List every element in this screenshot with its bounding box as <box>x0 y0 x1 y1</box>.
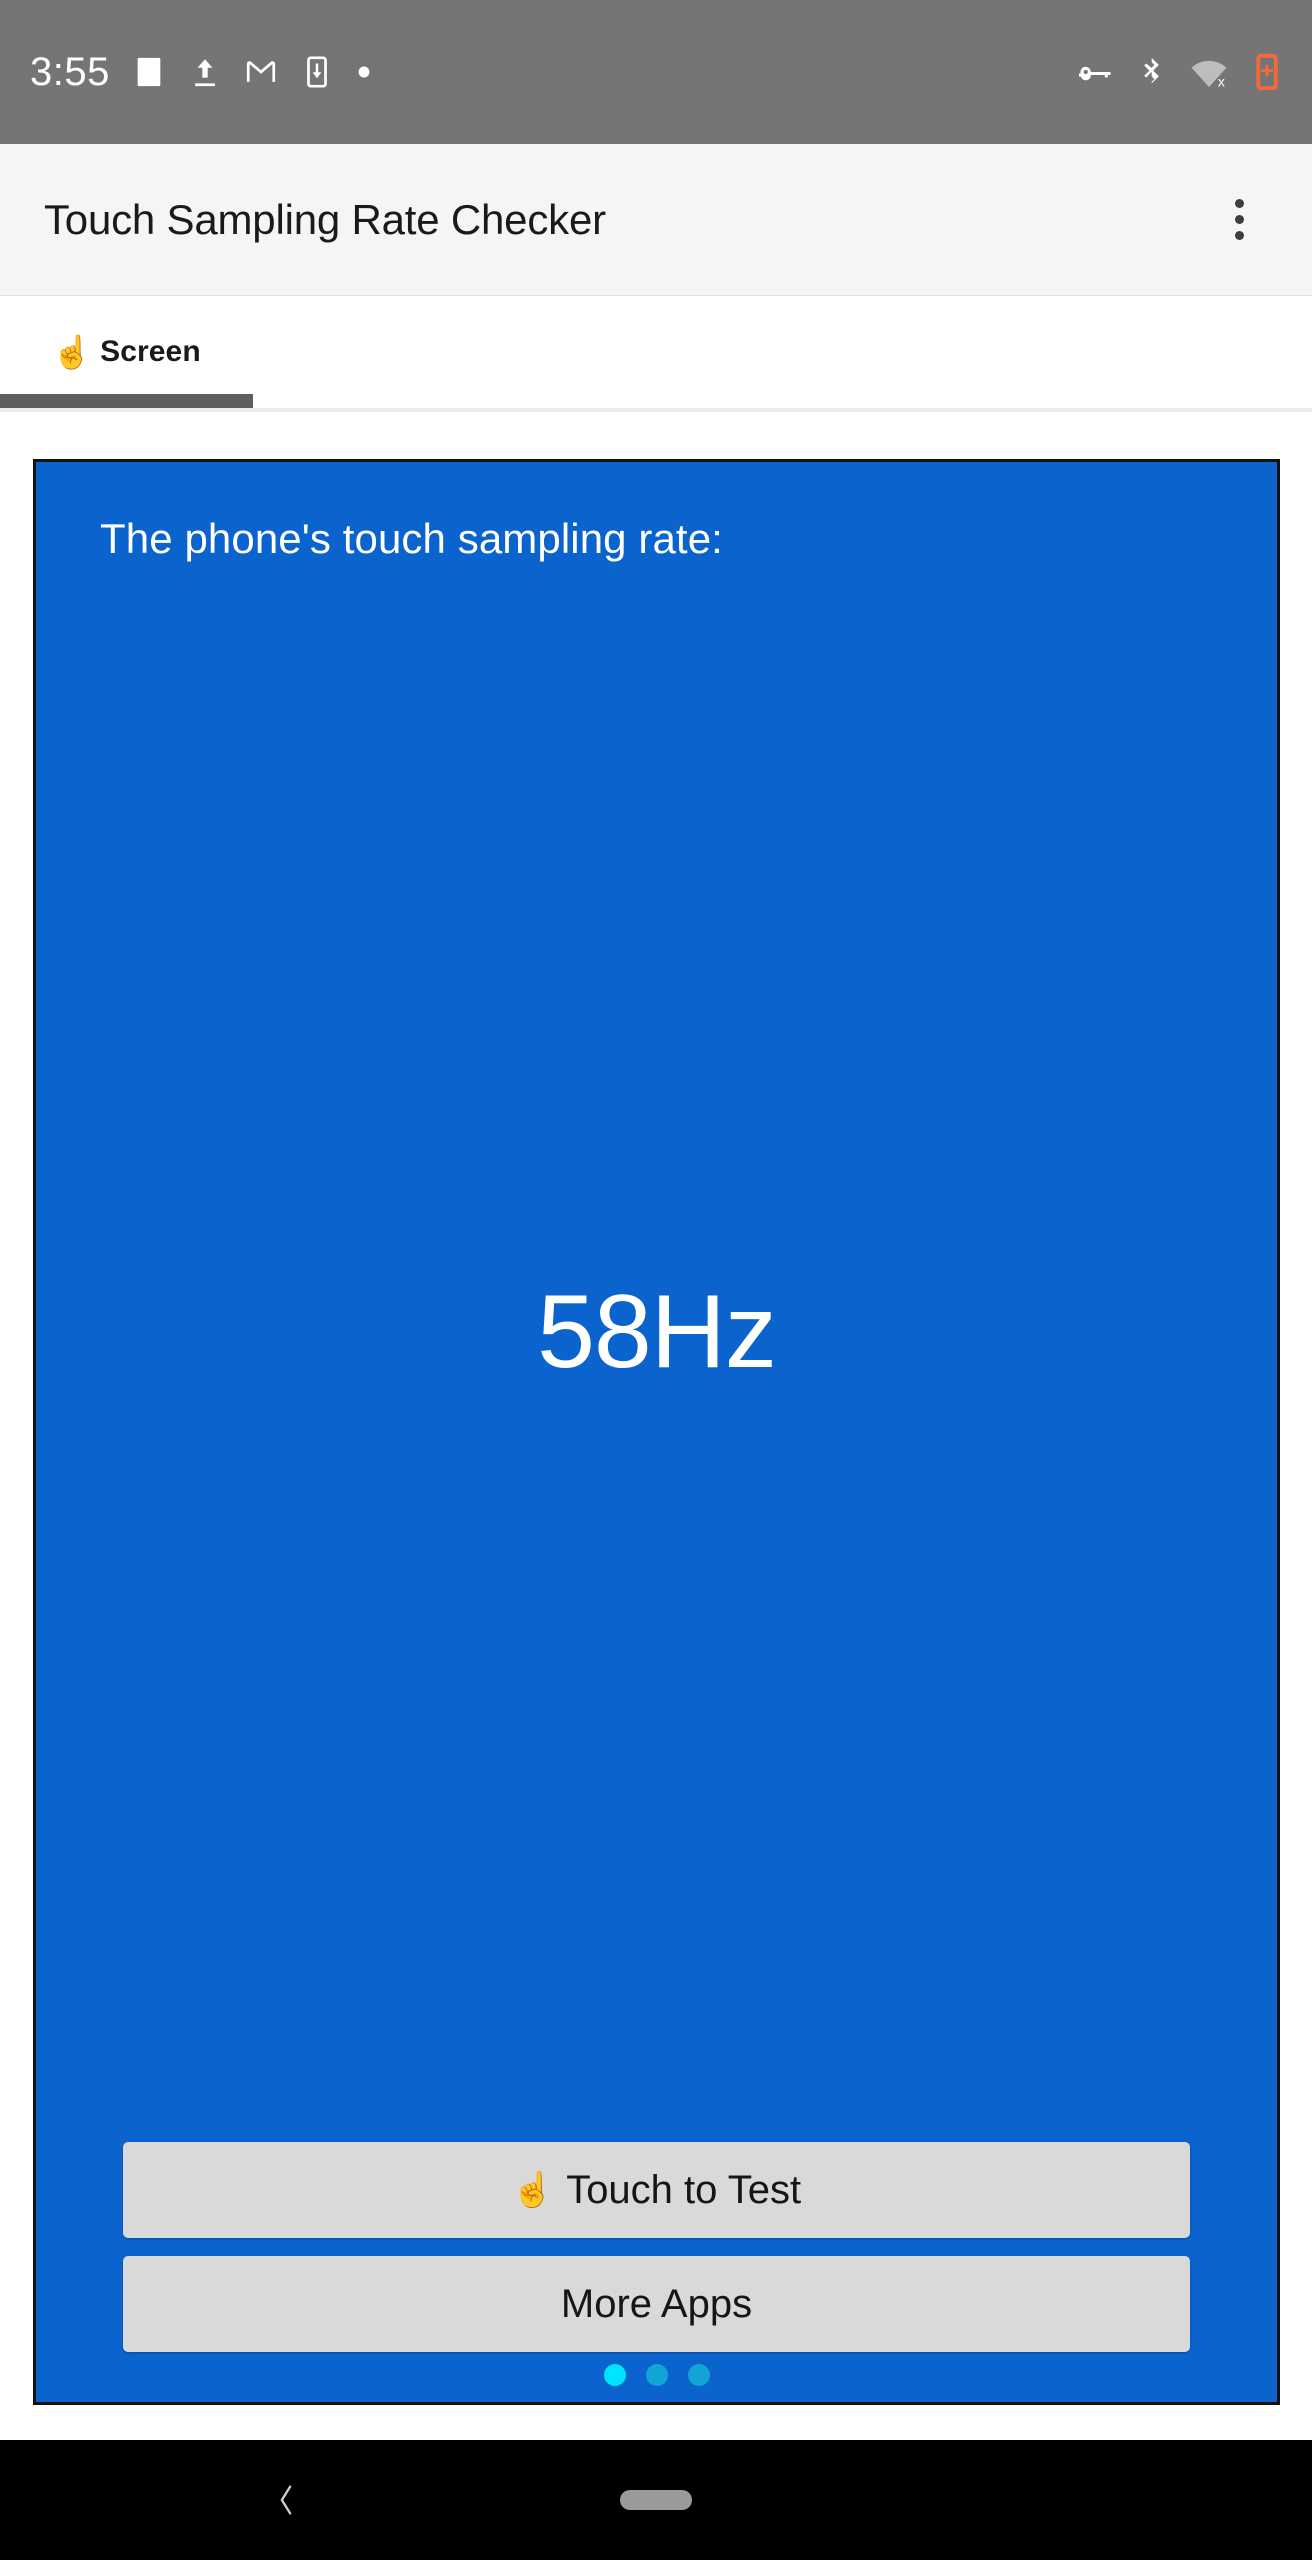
page-dot-active[interactable] <box>603 2364 626 2386</box>
overflow-dot <box>1234 231 1244 240</box>
upload-icon <box>194 59 215 87</box>
status-bar-left: 3:55 <box>30 50 372 95</box>
vpn-key-icon <box>1079 66 1111 81</box>
page-dot[interactable] <box>645 2364 668 2386</box>
touch-to-test-label: Touch to Test <box>566 2167 802 2212</box>
status-bar: 3:55 x <box>0 0 1312 144</box>
sampling-rate-value: 58Hz <box>537 1274 777 1390</box>
overflow-dot <box>1234 215 1244 224</box>
touch-hand-icon: ☝ <box>511 2171 555 2209</box>
tab-bar: ☝ Screen <box>0 296 1312 412</box>
back-button[interactable] <box>250 2464 322 2536</box>
page-indicator-dots[interactable] <box>68 2364 1245 2386</box>
app-download-icon <box>307 56 327 88</box>
battery-charging-icon <box>1256 53 1278 90</box>
status-clock: 3:55 <box>30 49 110 94</box>
app-bar: Touch Sampling Rate Checker <box>0 144 1312 296</box>
system-navigation-bar <box>0 2440 1312 2560</box>
wifi-off-icon: x <box>1191 60 1227 90</box>
tab-selected-indicator <box>0 394 253 408</box>
more-apps-button[interactable]: More Apps <box>123 2256 1190 2352</box>
home-gesture-pill[interactable] <box>620 2490 692 2510</box>
tab-screen-label: Screen <box>100 335 201 368</box>
page-title: Touch Sampling Rate Checker <box>44 195 606 243</box>
more-apps-label: More Apps <box>560 2281 753 2326</box>
chevron-left-icon <box>280 2485 292 2515</box>
content-area: The phone's touch sampling rate: 58Hz ☝ … <box>0 412 1312 2440</box>
gmail-icon <box>246 61 275 82</box>
panel-actions: ☝ Touch to Test More Apps <box>68 2142 1245 2352</box>
touch-test-panel[interactable]: The phone's touch sampling rate: 58Hz ☝ … <box>33 459 1280 2405</box>
status-bar-right: x <box>1076 53 1284 91</box>
touch-to-test-button[interactable]: ☝ Touch to Test <box>123 2142 1190 2238</box>
svg-text:x: x <box>1218 74 1225 90</box>
tab-screen[interactable]: ☝ Screen <box>0 296 253 408</box>
rate-value-container: 58Hz <box>68 523 1245 2142</box>
overflow-dot <box>1234 199 1244 208</box>
bluetooth-icon <box>1144 57 1159 84</box>
phone-screen: 3:55 x Touch Sampling Rate Checker ☝ Scr… <box>0 0 1312 2560</box>
touch-hand-icon: ☝ <box>52 334 93 370</box>
dot-icon <box>358 66 370 78</box>
page-dot[interactable] <box>687 2364 710 2386</box>
image-icon <box>137 57 161 87</box>
overflow-menu-button[interactable] <box>1204 185 1274 255</box>
